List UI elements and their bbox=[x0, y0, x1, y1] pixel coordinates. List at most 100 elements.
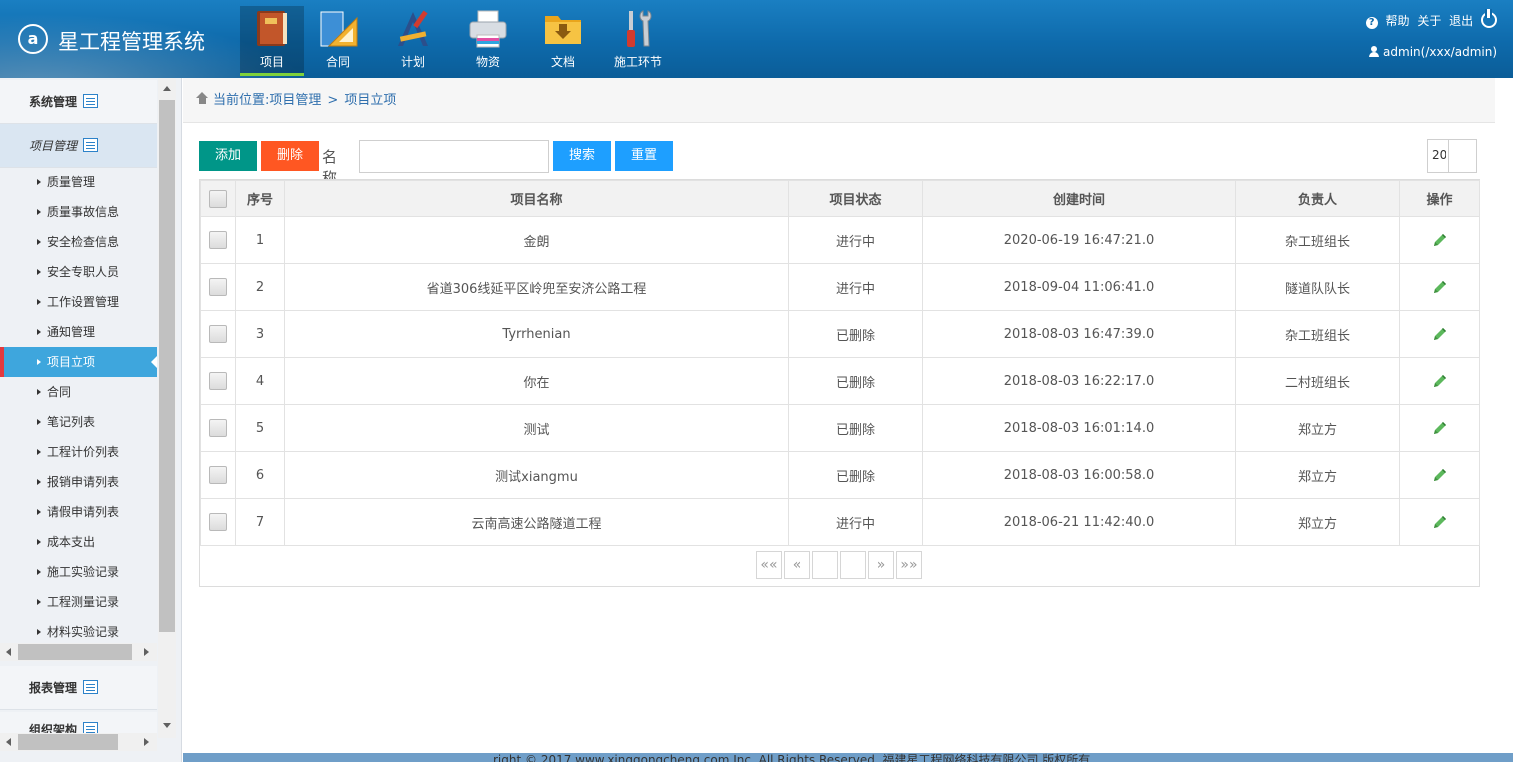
sidebar-item-survey[interactable]: 工程测量记录 bbox=[0, 587, 157, 617]
sidebar-group-report[interactable]: 报表管理 bbox=[0, 666, 157, 710]
list-icon bbox=[83, 680, 99, 694]
row-checkbox[interactable] bbox=[209, 325, 227, 343]
scroll-right-icon[interactable] bbox=[144, 738, 149, 746]
sidebar-item-safety-staff[interactable]: 安全专职人员 bbox=[0, 257, 157, 287]
cell-name: 金朗 bbox=[284, 216, 789, 264]
nav-item-material[interactable]: 物资 bbox=[456, 6, 520, 76]
cell-status: 已删除 bbox=[788, 357, 923, 405]
sidebar-item-quality-accident[interactable]: 质量事故信息 bbox=[0, 197, 157, 227]
row-checkbox[interactable] bbox=[209, 419, 227, 437]
table-row[interactable]: 1 金朗 进行中 2020-06-19 16:47:21.0 杂工班组长 bbox=[200, 216, 1480, 264]
sidebar: 系统管理 项目管理 质量管理 质量事故信息 安全检查信息 安全专职人员 工作设置… bbox=[0, 78, 182, 762]
cell-owner: 杂工班组长 bbox=[1235, 216, 1400, 264]
cell-action bbox=[1399, 498, 1480, 546]
app-title: 星工程管理系统 bbox=[58, 30, 205, 54]
nav-item-project[interactable]: 项目 bbox=[240, 6, 304, 76]
nav-label: 合同 bbox=[325, 55, 350, 69]
cell-owner: 二村班组长 bbox=[1235, 357, 1400, 405]
footer-text: right © 2017 www.xinggongcheng.com Inc. … bbox=[493, 753, 1091, 762]
sidebar-group-system[interactable]: 系统管理 bbox=[0, 80, 157, 124]
scroll-right-icon[interactable] bbox=[144, 648, 149, 656]
scroll-left-icon[interactable] bbox=[6, 648, 11, 656]
caret-right-icon bbox=[37, 539, 41, 545]
sidebar-item-work-settings[interactable]: 工作设置管理 bbox=[0, 287, 157, 317]
table-row[interactable]: 3 Tyrrhenian 已删除 2018-08-03 16:47:39.0 杂工班组长 bbox=[200, 310, 1480, 358]
row-checkbox[interactable] bbox=[209, 513, 227, 531]
sidebar-item-notice[interactable]: 通知管理 bbox=[0, 317, 157, 347]
table-row[interactable]: 5 测试 已删除 2018-08-03 16:01:14.0 郑立方 bbox=[200, 404, 1480, 452]
nav-item-contract[interactable]: 合同 bbox=[306, 6, 370, 76]
last-page-button[interactable]: »» bbox=[896, 551, 922, 579]
sidebar-group-project[interactable]: 项目管理 bbox=[0, 124, 157, 168]
logout-link[interactable]: 退出 bbox=[1449, 14, 1473, 28]
checkbox-cell bbox=[200, 216, 236, 264]
table-row[interactable]: 7 云南高速公路隧道工程 进行中 2018-06-21 11:42:40.0 郑立方 bbox=[200, 498, 1480, 546]
caret-right-icon bbox=[37, 449, 41, 455]
row-checkbox[interactable] bbox=[209, 231, 227, 249]
scrollbar-thumb[interactable] bbox=[159, 100, 175, 632]
power-icon[interactable] bbox=[1481, 9, 1497, 28]
sidebar-item-cost[interactable]: 成本支出 bbox=[0, 527, 157, 557]
cell-action bbox=[1399, 451, 1480, 499]
cell-owner: 郑立方 bbox=[1235, 451, 1400, 499]
nav-item-construction[interactable]: 施工环节 bbox=[606, 6, 670, 76]
sidebar-inner-hscrollbar[interactable] bbox=[0, 643, 157, 661]
sidebar-item-leave[interactable]: 请假申请列表 bbox=[0, 497, 157, 527]
help-link[interactable]: 帮助 bbox=[1385, 14, 1409, 28]
column-header-status: 项目状态 bbox=[788, 180, 923, 217]
scroll-left-icon[interactable] bbox=[6, 738, 11, 746]
user-icon bbox=[1369, 46, 1380, 57]
delete-button[interactable]: 删除 bbox=[261, 141, 319, 171]
username[interactable]: admin(/xxx/admin) bbox=[1383, 45, 1497, 59]
about-link[interactable]: 关于 bbox=[1417, 14, 1441, 28]
table-row[interactable]: 6 测试xiangmu 已删除 2018-08-03 16:00:58.0 郑立方 bbox=[200, 451, 1480, 499]
folder-download-icon bbox=[545, 16, 581, 44]
sidebar-item-safety-check[interactable]: 安全检查信息 bbox=[0, 227, 157, 257]
sidebar-item-notes[interactable]: 笔记列表 bbox=[0, 407, 157, 437]
scroll-down-icon[interactable] bbox=[163, 723, 171, 728]
page-button[interactable] bbox=[840, 551, 866, 579]
sidebar-vscrollbar[interactable] bbox=[158, 78, 176, 738]
prev-page-button[interactable]: « bbox=[784, 551, 810, 579]
page-button[interactable] bbox=[812, 551, 838, 579]
edit-icon[interactable] bbox=[1432, 232, 1448, 248]
sidebar-item-valuation[interactable]: 工程计价列表 bbox=[0, 437, 157, 467]
first-page-button[interactable]: «« bbox=[756, 551, 782, 579]
nav-item-document[interactable]: 文档 bbox=[531, 6, 595, 76]
name-search-input[interactable] bbox=[359, 140, 549, 173]
sidebar-item-construction-test[interactable]: 施工实验记录 bbox=[0, 557, 157, 587]
sidebar-item-project-setup[interactable]: 项目立项 bbox=[0, 347, 157, 377]
edit-icon[interactable] bbox=[1432, 420, 1448, 436]
table-row[interactable]: 2 省道306线延平区岭兜至安济公路工程 进行中 2018-09-04 11:06:4… bbox=[200, 263, 1480, 311]
edit-icon[interactable] bbox=[1432, 514, 1448, 530]
next-page-button[interactable]: » bbox=[868, 551, 894, 579]
scroll-up-icon[interactable] bbox=[163, 86, 171, 91]
list-icon bbox=[83, 94, 99, 108]
table-row[interactable]: 4 你在 已删除 2018-08-03 16:22:17.0 二村班组长 bbox=[200, 357, 1480, 405]
row-checkbox[interactable] bbox=[209, 466, 227, 484]
search-button[interactable]: 搜索 bbox=[553, 141, 611, 171]
cell-action bbox=[1399, 310, 1480, 358]
edit-icon[interactable] bbox=[1432, 467, 1448, 483]
cell-owner: 隧道队队长 bbox=[1235, 263, 1400, 311]
add-button[interactable]: 添加 bbox=[199, 141, 257, 171]
page-size-select[interactable]: 20 bbox=[1427, 139, 1477, 173]
sidebar-hscrollbar[interactable] bbox=[0, 733, 157, 751]
edit-icon[interactable] bbox=[1432, 279, 1448, 295]
reset-button[interactable]: 重置 bbox=[615, 141, 673, 171]
sidebar-item-contract[interactable]: 合同 bbox=[0, 377, 157, 407]
cell-created: 2018-08-03 16:01:14.0 bbox=[922, 404, 1236, 452]
sidebar-item-reimbursement[interactable]: 报销申请列表 bbox=[0, 467, 157, 497]
scrollbar-thumb[interactable] bbox=[18, 734, 118, 750]
breadcrumb-level1[interactable]: 项目管理 bbox=[269, 93, 321, 108]
top-right-links: ? 帮助 关于 退出 bbox=[1362, 9, 1497, 29]
edit-icon[interactable] bbox=[1432, 373, 1448, 389]
select-all-checkbox[interactable] bbox=[209, 189, 227, 208]
edit-icon[interactable] bbox=[1432, 326, 1448, 342]
row-checkbox[interactable] bbox=[209, 278, 227, 296]
row-checkbox[interactable] bbox=[209, 372, 227, 390]
sidebar-item-label: 请假申请列表 bbox=[47, 505, 120, 519]
nav-item-plan[interactable]: 计划 bbox=[381, 6, 445, 76]
scrollbar-thumb[interactable] bbox=[18, 644, 132, 660]
sidebar-item-quality[interactable]: 质量管理 bbox=[0, 167, 157, 197]
